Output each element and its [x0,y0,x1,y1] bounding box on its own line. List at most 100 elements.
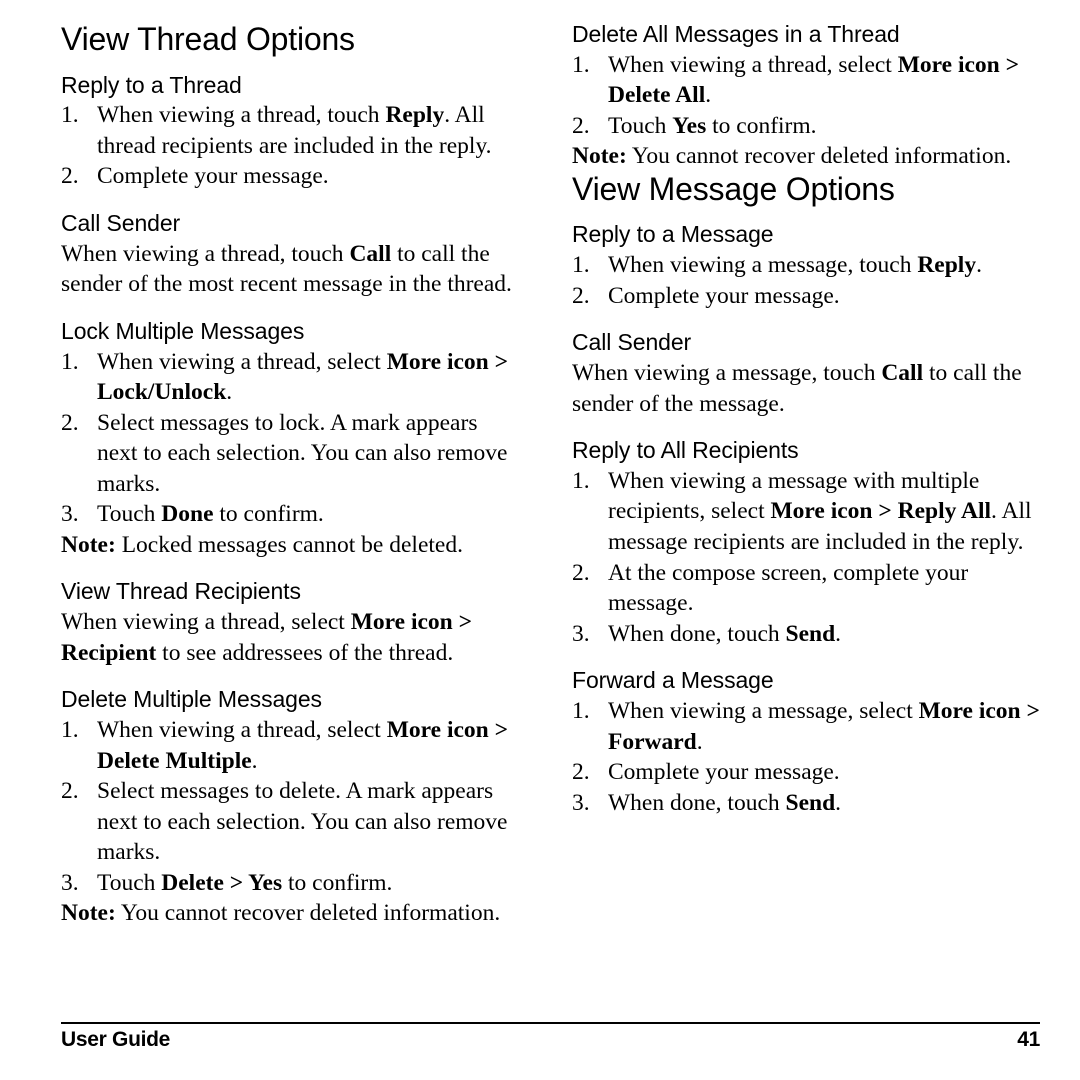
page-title-view-thread-options: View Thread Options [61,21,355,57]
content-block: Call Sender When viewing a thread, touch … [61,209,520,300]
note-text: Note: You cannot recover deleted informa… [61,900,501,927]
emphasis-text: More icon > Recipient [61,609,473,666]
step-number: 1. [61,102,79,129]
sub-heading: Lock Multiple Messages [61,317,305,344]
step-item: 1. When viewing a thread, select More ico… [61,348,509,406]
left-column-sections: Reply to a Thread 1. When viewing a thread… [61,71,520,929]
note-text: Note: Locked messages cannot be deleted. [61,531,463,558]
emphasis-text: Reply [385,102,445,129]
step-list: 1. When viewing a message with multiple r… [572,466,1040,649]
left-column: View Thread Options Reply to a Thread 1. W… [0,0,540,1010]
step-item: 2. Select messages to lock. A mark appear… [61,409,508,497]
emphasis-text: More icon > Reply All [770,498,992,525]
step-number: 2. [61,409,79,436]
emphasis-text: Done [161,501,214,528]
sub-heading: Reply to a Thread [61,71,242,98]
emphasis-text: More icon > Delete All [608,51,1020,109]
content-block: Forward a Message 1. When viewing a messag… [572,667,1040,818]
step-item: 1. When viewing a message, select More ic… [572,697,1040,755]
step-number: 2. [61,163,79,190]
step-number: 2. [572,559,590,586]
step-number: 3. [572,620,590,647]
emphasis-text: Call [349,240,392,267]
step-number: 1. [61,348,79,375]
footer-label: User Guide [61,1028,171,1051]
step-item: 1. When viewing a message, touch Reply. [572,250,1040,281]
two-column-layout: View Thread Options Reply to a Thread 1. W… [0,0,1080,1010]
right-column-sections: Reply to a Message 1. When viewing a messa… [572,222,1040,818]
step-number: 2. [61,778,79,805]
step-item: 2. Complete your message. [572,757,1040,788]
content-block: Reply to All Recipients 1. When viewing a … [572,437,1040,649]
step-list: 1. When viewing a thread, touch Reply. Al… [61,100,520,192]
step-list: 1. When viewing a message, touch Reply. 2.… [572,250,1040,311]
sub-heading: Call Sender [61,209,181,236]
emphasis-text: More icon > Delete Multiple [97,716,509,774]
step-list: 1. When viewing a message, select More ic… [572,696,1040,818]
user-guide-page: View Thread Options Reply to a Thread 1. W… [0,0,1080,1080]
content-block: Reply to a Thread 1. When viewing a thread… [61,71,520,192]
footer-divider [61,1022,1040,1024]
content-block: View Thread Recipients When viewing a thr… [61,579,520,668]
step-number: 1. [572,252,590,279]
step-item: 3. Touch Delete > Yes to confirm. [61,868,520,899]
content-block: Delete Multiple Messages 1. When viewing a… [61,686,520,929]
emphasis-text: Note: [61,531,116,558]
step-item: 1. When viewing a thread, touch Reply. Al… [61,102,492,159]
emphasis-text: Call [881,360,924,387]
step-number: 2. [572,759,590,786]
step-item: 2. Complete your message. [572,281,1040,312]
emphasis-text: More icon > Lock/Unlock [97,348,509,406]
content-block: Delete All Messages in a Thread 1. When vi… [572,21,1040,172]
sub-heading: Forward a Message [572,667,774,694]
sub-heading: Reply to a Message [572,221,774,248]
body-paragraph: When viewing a thread, select More icon … [61,609,473,666]
step-number: 1. [572,697,590,724]
step-number: 2. [572,282,590,309]
sub-heading: Delete Multiple Messages [61,686,322,713]
footer-content: User Guide 41 [61,1028,1040,1052]
emphasis-text: Send [785,620,836,647]
step-item: 2. Select messages to delete. A mark appe… [61,778,508,866]
body-paragraph: When viewing a message, touch Call to ca… [572,360,1022,417]
step-item: 2. Complete your message. [61,161,520,192]
content-block: Call Sender When viewing a message, touch… [572,330,1040,419]
step-number: 3. [572,789,590,816]
content-block: Reply to a Message 1. When viewing a messa… [572,222,1040,311]
step-number: 1. [572,51,590,78]
step-item: 1. When viewing a thread, select More ico… [61,716,509,774]
step-list: 1. When viewing a thread, select More ico… [61,715,520,898]
right-column: Delete All Messages in a Thread 1. When vi… [540,0,1080,1010]
emphasis-text: Note: [572,143,627,170]
delete-all-messages-section: Delete All Messages in a Thread 1. When vi… [572,21,1040,172]
emphasis-text: More icon > Forward [608,697,1040,755]
step-number: 3. [61,501,79,528]
step-list: 1. When viewing a thread, select More ico… [61,347,520,530]
content-block: Lock Multiple Messages 1. When viewing a t… [61,317,520,561]
step-number: 3. [61,869,79,896]
body-paragraph: When viewing a thread, touch Call to cal… [61,240,512,298]
step-item: 1. When viewing a thread, select More ico… [572,51,1020,109]
page-title-view-message-options: View Message Options [572,170,895,207]
sub-heading: Reply to All Recipients [572,437,799,464]
step-item: 3. Touch Done to confirm. [61,499,520,530]
step-number: 1. [61,716,79,743]
sub-heading: Delete All Messages in a Thread [572,21,900,47]
page-number: 41 [1017,1028,1040,1051]
step-item: 2. Touch Yes to confirm. [572,111,1040,142]
step-item: 1. When viewing a message with multiple r… [572,467,1032,556]
emphasis-text: Note: [61,900,116,927]
note-text: Note: You cannot recover deleted informa… [572,143,1012,170]
step-item: 2. At the compose screen, complete your m… [572,559,969,617]
emphasis-text: Delete > Yes [161,869,283,896]
sub-heading: View Thread Recipients [61,578,301,605]
step-item: 3. When done, touch Send. [572,788,1040,819]
emphasis-text: Send [785,789,836,816]
step-number: 1. [572,467,590,494]
step-item: 3. When done, touch Send. [572,619,1040,650]
emphasis-text: Yes [672,112,707,139]
step-number: 2. [572,112,590,139]
step-list: 1. When viewing a thread, select More ico… [572,50,1040,142]
sub-heading: Call Sender [572,329,692,356]
emphasis-text: Reply [917,252,977,279]
